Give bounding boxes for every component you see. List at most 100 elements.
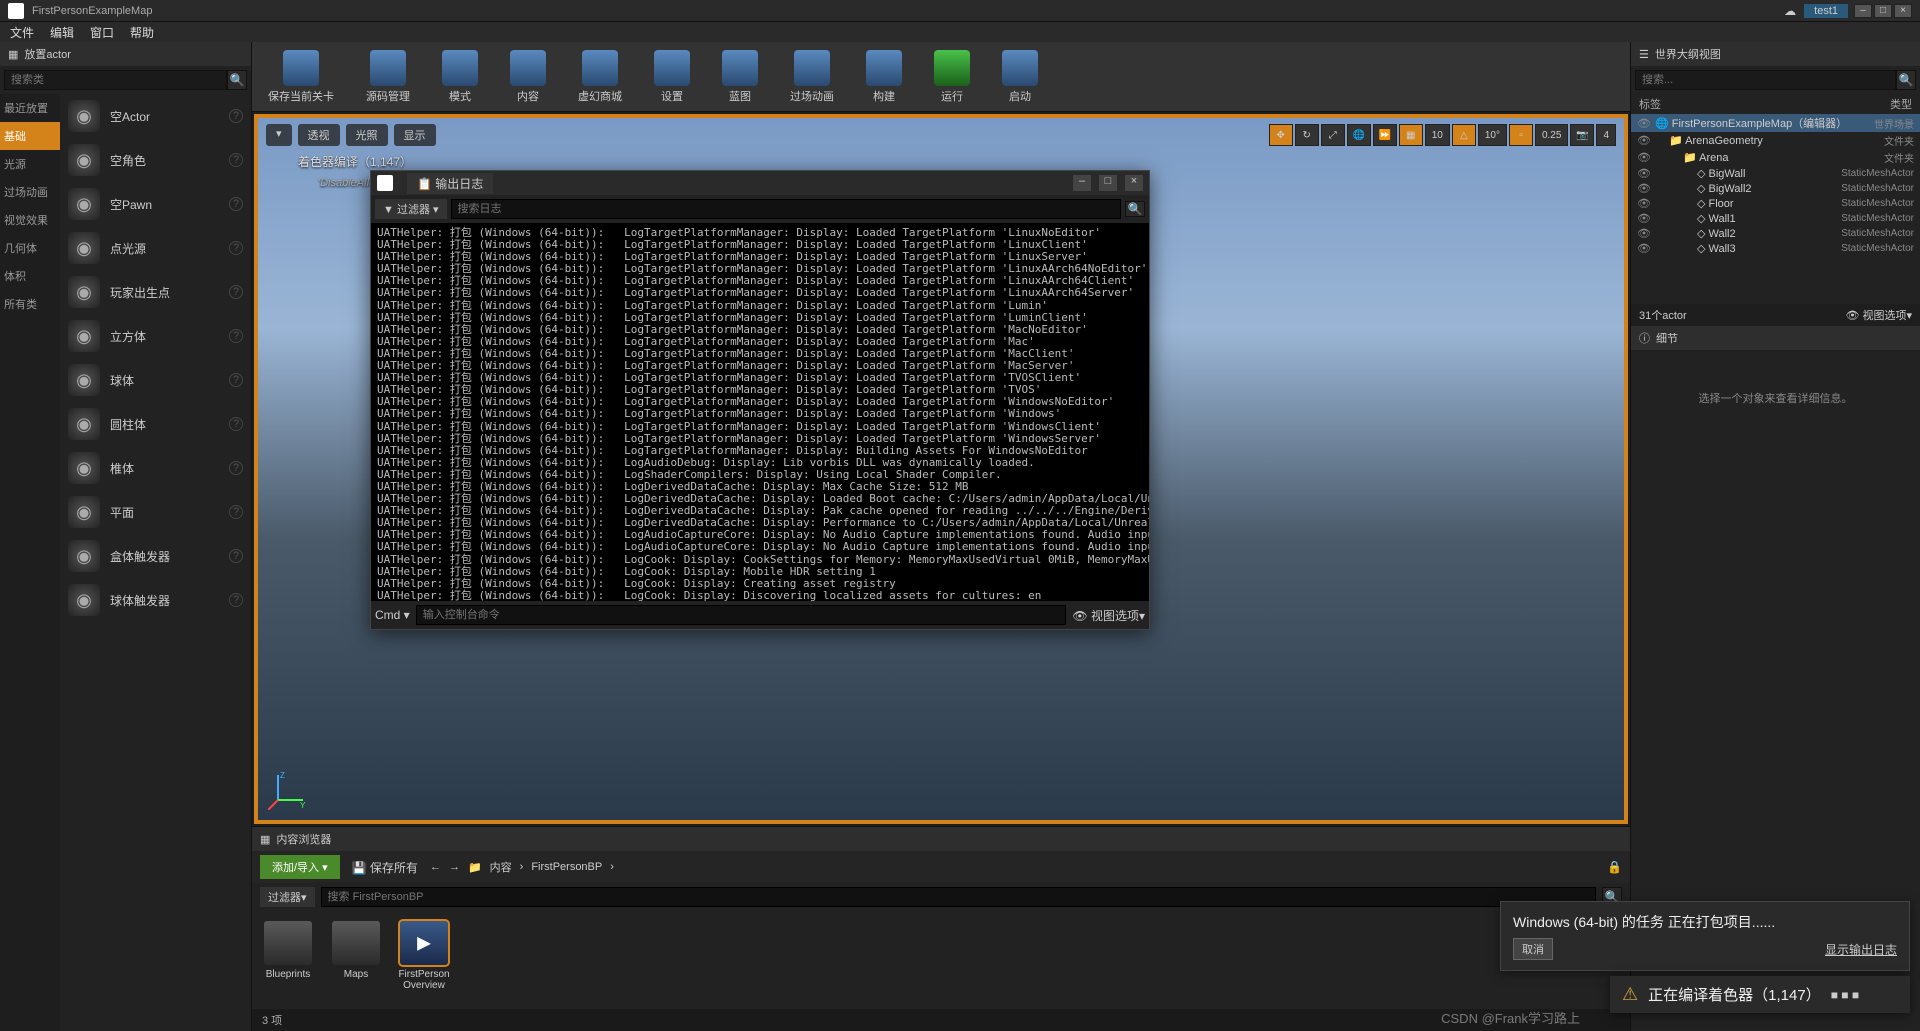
cb-add-button[interactable]: 添加/导入 ▾ (260, 855, 340, 879)
log-filter-button[interactable]: ▼ 过滤器 ▾ (375, 199, 447, 219)
actor-item-8[interactable]: ◉椎体? (60, 446, 251, 490)
cloud-icon[interactable]: ☁ (1784, 4, 1796, 18)
actor-item-0[interactable]: ◉空Actor? (60, 94, 251, 138)
outliner-row-6[interactable]: 👁◇ Wall1StaticMeshActor (1631, 211, 1920, 226)
minimize-icon[interactable]: – (1854, 4, 1872, 18)
outliner-row-8[interactable]: 👁◇ Wall3StaticMeshActor (1631, 241, 1920, 256)
visibility-icon[interactable]: 👁 (1637, 197, 1651, 210)
actor-item-4[interactable]: ◉玩家出生点? (60, 270, 251, 314)
menu-window[interactable]: 窗口 (90, 24, 114, 41)
help-icon[interactable]: ? (229, 593, 243, 607)
vp-gridsnap-value[interactable]: 10 (1425, 124, 1450, 146)
place-cat-6[interactable]: 体积 (0, 262, 60, 290)
user-badge[interactable]: test1 (1804, 4, 1848, 18)
toolbar-btn-4[interactable]: 虚幻商城 (572, 48, 628, 106)
cb-crumb-folder[interactable]: FirstPersonBP (531, 861, 602, 873)
cb-lock-icon[interactable]: 🔒 (1607, 860, 1622, 874)
menu-help[interactable]: 帮助 (130, 24, 154, 41)
visibility-icon[interactable]: 👁 (1637, 134, 1651, 147)
place-cat-4[interactable]: 视觉效果 (0, 206, 60, 234)
outliner-col-label[interactable]: 标签 (1639, 96, 1890, 112)
vp-camspeed-value[interactable]: 4 (1596, 124, 1616, 146)
actor-item-9[interactable]: ◉平面? (60, 490, 251, 534)
outliner-row-5[interactable]: 👁◇ FloorStaticMeshActor (1631, 196, 1920, 211)
help-icon[interactable]: ? (229, 549, 243, 563)
vp-anglesnap-value[interactable]: 10° (1478, 124, 1507, 146)
place-actors-search-input[interactable] (4, 70, 227, 90)
log-close-icon[interactable]: × (1125, 175, 1143, 191)
outliner-row-0[interactable]: 👁🌐 FirstPersonExampleMap（编辑器）世界场景 (1631, 114, 1920, 132)
actor-item-6[interactable]: ◉球体? (60, 358, 251, 402)
help-icon[interactable]: ? (229, 285, 243, 299)
cb-filter-button[interactable]: 过滤器▾ (260, 887, 315, 907)
cb-search-input[interactable] (321, 887, 1596, 907)
vp-scale-snap-icon[interactable]: ▫ (1509, 124, 1533, 146)
help-icon[interactable]: ? (229, 109, 243, 123)
outliner-col-type[interactable]: 类型 (1890, 96, 1912, 112)
cb-fwd-icon[interactable]: → (449, 861, 460, 873)
toolbar-btn-9[interactable]: 运行 (928, 48, 976, 106)
cb-save-all-button[interactable]: 💾 保存所有 (352, 859, 418, 876)
help-icon[interactable]: ? (229, 153, 243, 167)
vp-angle-icon[interactable]: △ (1452, 124, 1476, 146)
cb-back-icon[interactable]: ← (430, 861, 441, 873)
toolbar-btn-5[interactable]: 设置 (648, 48, 696, 106)
help-icon[interactable]: ? (229, 417, 243, 431)
visibility-icon[interactable]: 👁 (1637, 242, 1651, 255)
cb-crumb-content[interactable]: 内容 (490, 859, 512, 875)
actor-item-3[interactable]: ◉点光源? (60, 226, 251, 270)
cb-path-icon[interactable]: 📁 (468, 861, 482, 874)
toolbar-btn-2[interactable]: 模式 (436, 48, 484, 106)
vp-persp-button[interactable]: 透视 (298, 124, 340, 146)
log-tab[interactable]: 📋 输出日志 (407, 173, 493, 194)
cb-item-1[interactable]: Maps (330, 921, 382, 980)
place-cat-1[interactable]: 基础 (0, 122, 60, 150)
actor-item-7[interactable]: ◉圆柱体? (60, 402, 251, 446)
vp-dropdown-icon[interactable]: ▾ (266, 124, 292, 146)
help-icon[interactable]: ? (229, 197, 243, 211)
visibility-icon[interactable]: 👁 (1637, 151, 1651, 164)
toolbar-btn-3[interactable]: 内容 (504, 48, 552, 106)
visibility-icon[interactable]: 👁 (1637, 212, 1651, 225)
toolbar-btn-1[interactable]: 源码管理 (360, 48, 416, 106)
vp-speed-icon[interactable]: ⏩ (1373, 124, 1397, 146)
search-icon[interactable]: 🔍 (1125, 201, 1145, 217)
toolbar-btn-6[interactable]: 蓝图 (716, 48, 764, 106)
visibility-icon[interactable]: 👁 (1637, 227, 1651, 240)
actor-item-10[interactable]: ◉盒体触发器? (60, 534, 251, 578)
visibility-icon[interactable]: 👁 (1637, 182, 1651, 195)
vp-rotate-icon[interactable]: ↻ (1295, 124, 1319, 146)
cb-item-0[interactable]: Blueprints (262, 921, 314, 980)
visibility-icon[interactable]: 👁 (1637, 167, 1651, 180)
vp-grid-icon[interactable]: ▦ (1399, 124, 1423, 146)
help-icon[interactable]: ? (229, 461, 243, 475)
place-cat-7[interactable]: 所有类 (0, 290, 60, 318)
outliner-row-3[interactable]: 👁◇ BigWallStaticMeshActor (1631, 166, 1920, 181)
search-icon[interactable]: 🔍 (1896, 70, 1916, 90)
toolbar-btn-7[interactable]: 过场动画 (784, 48, 840, 106)
outliner-row-2[interactable]: 👁📁 Arena文件夹 (1631, 149, 1920, 166)
log-cmd-input[interactable] (416, 605, 1067, 625)
help-icon[interactable]: ? (229, 329, 243, 343)
search-icon[interactable]: 🔍 (227, 70, 247, 90)
log-maximize-icon[interactable]: □ (1099, 175, 1117, 191)
log-cmd-label[interactable]: Cmd ▾ (375, 608, 410, 622)
outliner-search-input[interactable] (1635, 70, 1896, 90)
log-minimize-icon[interactable]: – (1073, 175, 1091, 191)
vp-show-button[interactable]: 显示 (394, 124, 436, 146)
toolbar-btn-8[interactable]: 构建 (860, 48, 908, 106)
toast-cancel-button[interactable]: 取消 (1513, 938, 1553, 960)
actor-item-5[interactable]: ◉立方体? (60, 314, 251, 358)
vp-camera-icon[interactable]: 📷 (1570, 124, 1594, 146)
help-icon[interactable]: ? (229, 241, 243, 255)
maximize-icon[interactable]: □ (1874, 4, 1892, 18)
vp-lit-button[interactable]: 光照 (346, 124, 388, 146)
outliner-view-opts[interactable]: 👁 视图选项▾ (1845, 307, 1912, 323)
toast-show-log-link[interactable]: 显示输出日志 (1825, 941, 1897, 958)
place-cat-0[interactable]: 最近放置 (0, 94, 60, 122)
vp-scalesnap-value[interactable]: 0.25 (1535, 124, 1568, 146)
place-cat-5[interactable]: 几何体 (0, 234, 60, 262)
cb-item-2[interactable]: FirstPersonOverview (398, 921, 450, 991)
close-icon[interactable]: × (1894, 4, 1912, 18)
help-icon[interactable]: ? (229, 505, 243, 519)
